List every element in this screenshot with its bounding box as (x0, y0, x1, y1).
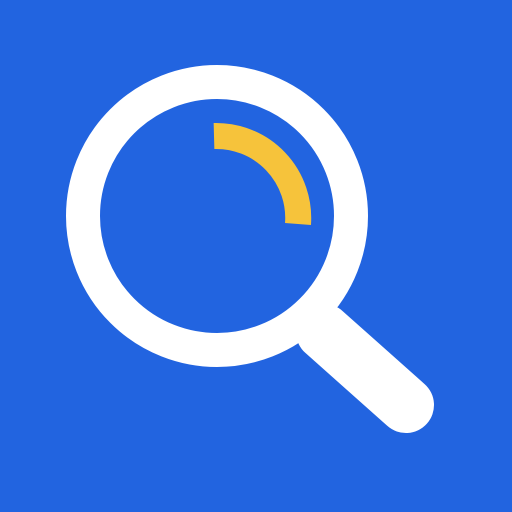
app-icon[interactable] (0, 0, 512, 512)
magnifying-glass-icon (0, 0, 512, 512)
